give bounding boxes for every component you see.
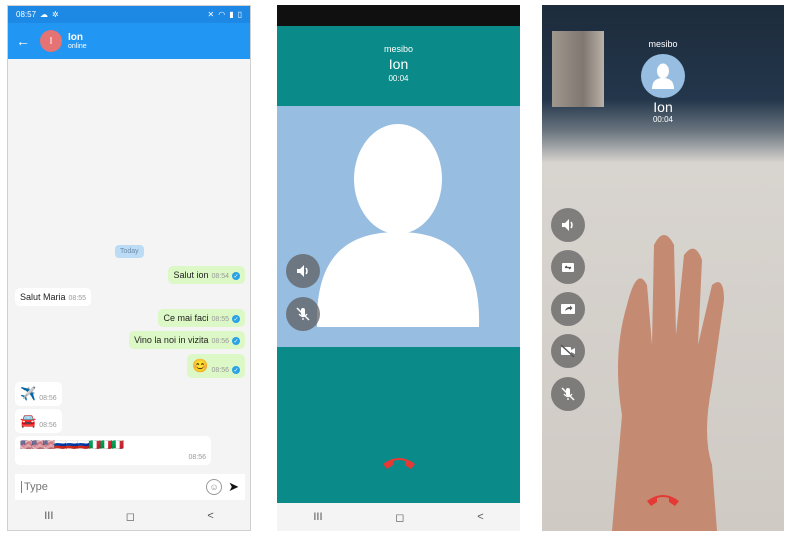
app-name: mesibo xyxy=(648,39,678,49)
message-bubble[interactable]: 😊 08:56 ✓ xyxy=(187,354,245,378)
video-call-screen: mesibo Ion 00:04 xyxy=(542,5,784,531)
status-bar xyxy=(277,5,520,26)
chat-screen: 08:57 ☁ ✲ ✕ ◠ ▮ ▯ ← I Ion online Today S… xyxy=(7,5,251,531)
emoji-icon[interactable]: ☺ xyxy=(206,479,223,495)
call-duration: 00:04 xyxy=(652,115,674,124)
caller-name: Ion xyxy=(388,56,409,72)
cloud-icon: ☁ xyxy=(40,10,49,19)
hang-up-icon xyxy=(647,495,679,506)
message-time: 08:56 xyxy=(211,338,229,345)
message-time: 08:56 xyxy=(188,454,206,461)
speaker-button[interactable] xyxy=(551,208,585,242)
message-bubble[interactable]: 🇺🇸🇺🇸🇺🇸🇷🇺🇷🇺🇷🇺🇮🇹🇮🇹🇮🇹 08:56 xyxy=(15,436,211,465)
caller-name: Ion xyxy=(653,99,673,115)
message-text: Vino la noi in vizita xyxy=(134,335,209,345)
message-time: 08:56 xyxy=(39,395,57,402)
call-header: mesibo Ion 00:04 xyxy=(277,26,520,106)
speaker-icon xyxy=(562,219,573,231)
contact-picture xyxy=(277,106,520,347)
mic-off-icon xyxy=(296,307,310,321)
message-bubble[interactable]: 🚘 08:56 xyxy=(15,409,62,433)
message-input[interactable] xyxy=(21,481,207,493)
switch-camera-button[interactable] xyxy=(551,250,585,284)
day-separator: Today xyxy=(115,245,144,258)
video-toggle-button[interactable] xyxy=(551,334,585,368)
switch-camera-icon xyxy=(562,263,574,272)
home-button[interactable]: ◻ xyxy=(126,510,135,523)
back-button[interactable]: < xyxy=(207,510,213,522)
speaker-icon xyxy=(297,265,308,277)
screen-share-button[interactable] xyxy=(551,292,585,326)
message-bubble[interactable]: Vino la noi in vizita 08:56 ✓ xyxy=(129,331,245,349)
call-header: mesibo Ion 00:04 xyxy=(542,39,784,124)
message-bubble[interactable]: Ce mai faci 08:55 ✓ xyxy=(158,309,245,327)
end-call-button[interactable] xyxy=(645,489,681,514)
message-composer: ☺ ➤ xyxy=(15,474,245,500)
read-check-icon: ✓ xyxy=(232,337,240,345)
mic-off-icon xyxy=(561,387,575,401)
message-bubble[interactable]: Salut Maria 08:55 xyxy=(15,288,92,306)
back-arrow-icon[interactable]: ← xyxy=(16,33,36,49)
read-check-icon: ✓ xyxy=(232,366,240,374)
back-button[interactable]: < xyxy=(477,511,483,523)
message-emoji: 🚘 xyxy=(20,413,37,428)
status-bar: 08:57 ☁ ✲ ✕ ◠ ▮ ▯ xyxy=(8,6,250,23)
screen-share-icon xyxy=(561,304,575,314)
message-time: 08:56 xyxy=(211,367,229,374)
signal-icon: ▮ xyxy=(229,10,234,19)
message-bubble[interactable]: ✈️ 08:56 xyxy=(15,382,62,406)
message-text: Salut ion xyxy=(173,270,209,280)
voice-call-screen: mesibo Ion 00:04 III ◻ < xyxy=(277,5,520,531)
read-check-icon: ✓ xyxy=(232,315,240,323)
system-nav-bar: III ◻ < xyxy=(277,503,520,531)
hang-up-icon xyxy=(382,458,415,469)
contact-status: online xyxy=(68,43,87,50)
message-emoji: 😊 xyxy=(192,358,209,373)
avatar xyxy=(641,54,685,98)
recents-button[interactable]: III xyxy=(44,510,53,522)
call-duration: 00:04 xyxy=(388,74,409,83)
mute-button[interactable] xyxy=(551,377,585,411)
message-time: 08:54 xyxy=(211,273,229,280)
hand-video-frame xyxy=(612,235,724,531)
speaker-button[interactable] xyxy=(286,254,320,288)
home-button[interactable]: ◻ xyxy=(395,511,404,524)
status-time: 08:57 xyxy=(16,10,37,19)
message-time: 08:56 xyxy=(39,422,57,429)
recents-button[interactable]: III xyxy=(313,511,322,523)
message-list[interactable]: Today Salut ion 08:54 ✓ Salut Maria 08:5… xyxy=(8,59,250,472)
message-emoji: ✈️ xyxy=(20,386,37,401)
mute-icon: ✕ xyxy=(207,10,215,19)
read-check-icon: ✓ xyxy=(232,272,240,280)
end-call-button[interactable] xyxy=(381,452,417,477)
message-text: Salut Maria xyxy=(20,292,66,302)
message-bubble[interactable]: Salut ion 08:54 ✓ xyxy=(168,266,245,284)
video-off-icon xyxy=(560,344,575,358)
contact-name: Ion xyxy=(68,32,83,43)
settings-icon: ✲ xyxy=(52,10,59,19)
message-time: 08:55 xyxy=(211,316,229,323)
wifi-icon: ◠ xyxy=(218,10,226,19)
battery-icon: ▯ xyxy=(237,10,242,19)
mute-button[interactable] xyxy=(286,297,320,331)
message-time: 08:55 xyxy=(68,295,87,302)
send-icon[interactable]: ➤ xyxy=(228,479,239,495)
message-text: Ce mai faci xyxy=(163,313,209,323)
system-nav-bar: III ◻ < xyxy=(8,502,250,530)
chat-appbar: ← I Ion online xyxy=(8,23,250,59)
app-name: mesibo xyxy=(383,44,413,54)
avatar[interactable]: I xyxy=(40,30,62,52)
person-icon xyxy=(652,63,674,89)
message-emoji: 🇺🇸🇺🇸🇺🇸🇷🇺🇷🇺🇷🇺🇮🇹🇮🇹🇮🇹 xyxy=(20,440,124,451)
